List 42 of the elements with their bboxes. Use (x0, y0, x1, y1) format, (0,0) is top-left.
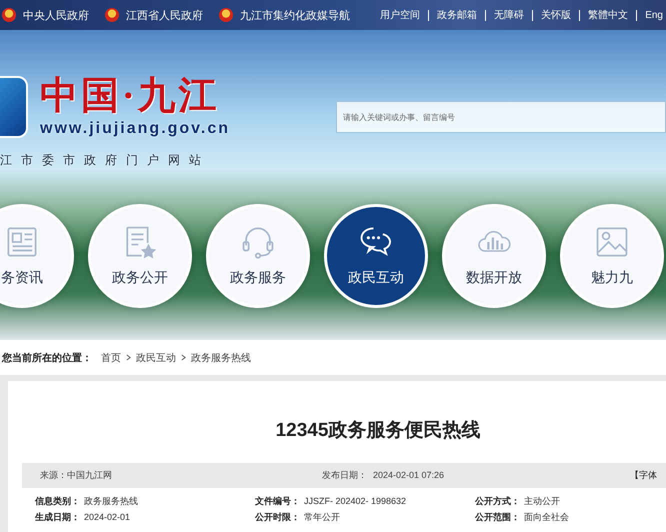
info-field: 文件编号： JJSZF- 202402- 1998632 (255, 495, 475, 507)
logo-title: 中国·九江 (40, 74, 221, 118)
logo-url: www.jiujiang.gov.cn (40, 120, 230, 138)
nav-item[interactable]: 魅力九 (560, 204, 664, 308)
utility-link[interactable]: 繁體中文 (588, 8, 628, 22)
utility-link[interactable]: 用户空间 (380, 8, 420, 22)
government-link[interactable]: 江西省人民政府 (105, 8, 203, 22)
publish-date: 发布日期： 2024-02-01 07:26 (322, 469, 446, 482)
breadcrumb-link[interactable]: 首页 (101, 350, 121, 364)
emblem-icon (105, 8, 119, 22)
font-size-link[interactable]: 【字体 (630, 469, 657, 482)
source-text: 来源：中国九江网 (39, 469, 113, 482)
government-link[interactable]: 九江市集约化政媒导航 (219, 8, 350, 22)
nav-item[interactable]: 政务公开 (88, 204, 192, 308)
nav-item[interactable]: 数据开放 (442, 204, 546, 308)
headset-icon (240, 225, 276, 259)
emblem-icon (219, 8, 233, 22)
article-title: 12345政务服务便民热线 (274, 419, 482, 443)
breadcrumb-label: 您当前所在的位置： (2, 352, 92, 364)
image-icon (594, 225, 630, 259)
utility-link[interactable]: 关怀版 (541, 8, 572, 22)
search-field[interactable]: 请输入关键词或办事、留言编号 (336, 101, 666, 133)
chevron-icon (181, 354, 186, 361)
emblem-icon (2, 8, 16, 22)
logo-icon (0, 76, 28, 138)
site-subtitle: 江市委市政府门户网站 (0, 152, 211, 169)
info-field: 生成日期： 2024-02-01 (35, 511, 255, 523)
info-field: 公开时限： 常年公开 (255, 511, 475, 523)
info-field: 公开方式： 主动公开 (475, 495, 666, 507)
nav-item[interactable]: 务资讯 (0, 204, 74, 308)
breadcrumb-link[interactable]: 政民互动 (136, 350, 176, 364)
info-field: 信息类别： 政务服务热线 (35, 495, 255, 507)
utility-link[interactable]: 政务邮箱 (437, 8, 478, 22)
info-field: 公开范围： 面向全社会 (475, 511, 666, 523)
utility-link[interactable]: 无障碍 (494, 8, 524, 22)
chevron-icon (126, 354, 131, 361)
nav-item[interactable]: 政民互动 (324, 204, 428, 308)
nav-item[interactable]: 政务服务 (206, 204, 310, 308)
government-link[interactable]: 中央人民政府 (2, 8, 89, 22)
breadcrumb-link[interactable]: 政务服务热线 (191, 350, 251, 364)
chat-bubbles-icon (358, 225, 394, 259)
utility-link[interactable]: Eng (645, 10, 663, 20)
